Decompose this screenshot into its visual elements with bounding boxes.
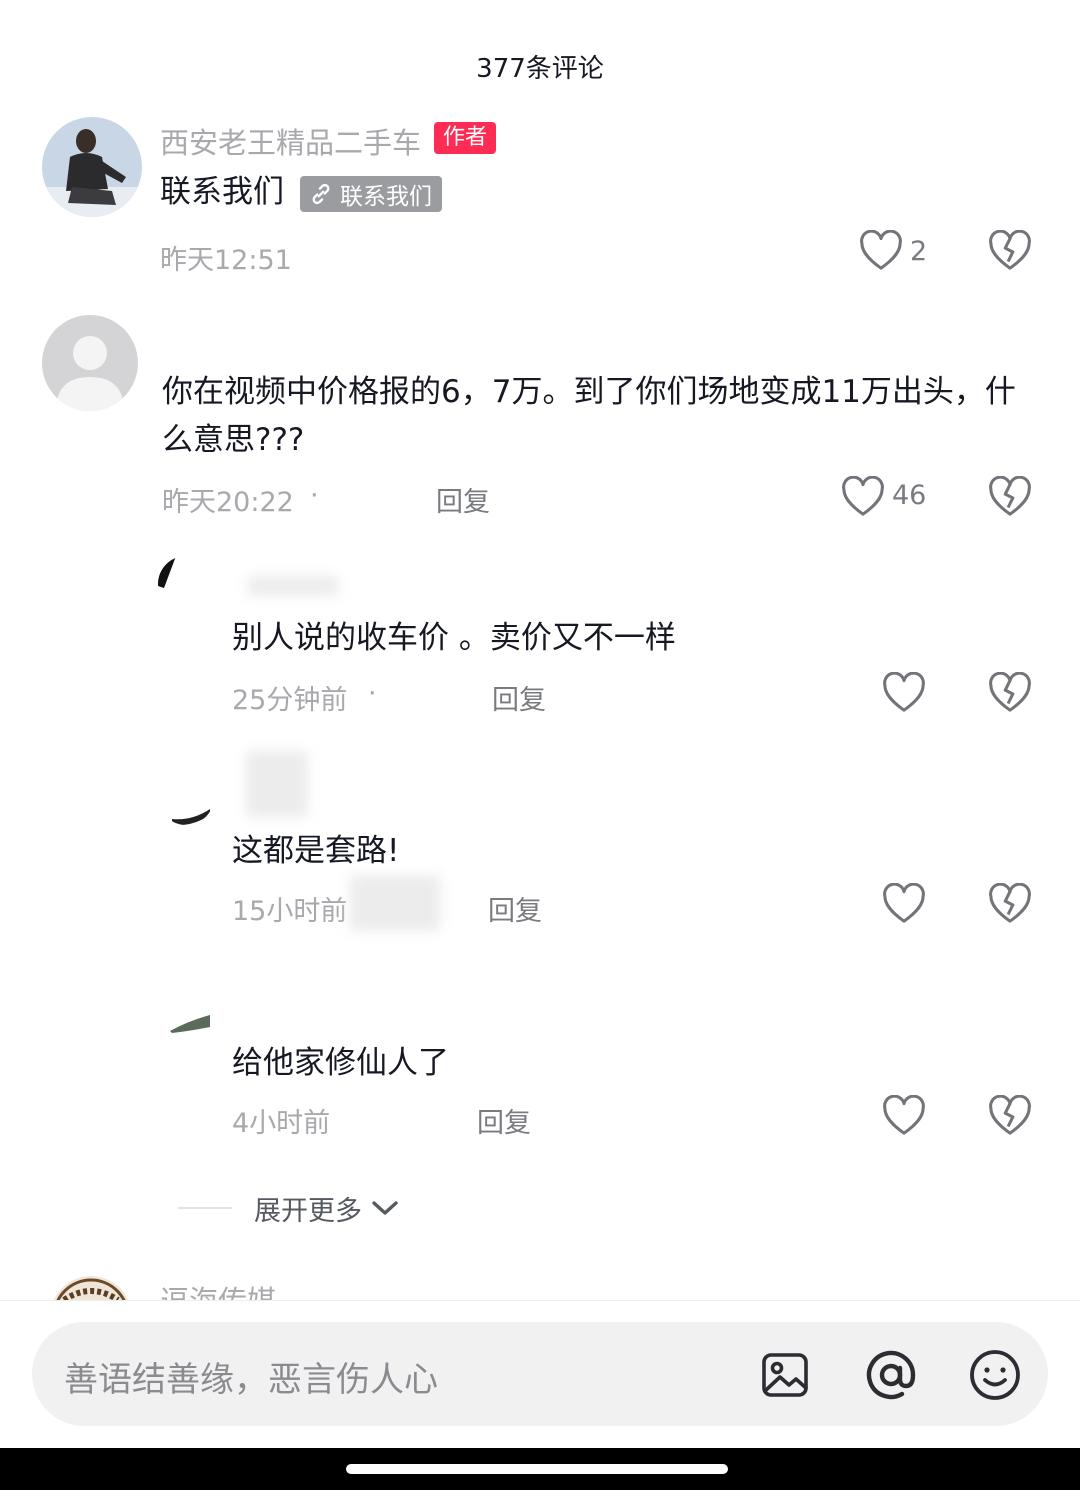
- avatar[interactable]: [42, 315, 138, 411]
- reply-time: 15小时前: [232, 896, 348, 927]
- heart-outline-icon[interactable]: [840, 476, 886, 518]
- reply-avatar[interactable]: [158, 769, 214, 825]
- comments-count-title: 377条评论: [476, 54, 604, 84]
- reply-item: 这都是套路! 15小时前 回复: [0, 745, 1080, 935]
- reply-text: 别人说的收车价 。卖价又不一样: [232, 620, 676, 656]
- reply-avatar[interactable]: [158, 556, 214, 612]
- reply-item: 给他家修仙人了 4小时前 回复: [0, 995, 1080, 1155]
- broken-heart-icon[interactable]: [987, 883, 1033, 925]
- like-count: 46: [892, 480, 927, 511]
- broken-heart-icon[interactable]: [987, 672, 1033, 714]
- author-badge: 作者: [434, 122, 497, 154]
- reply-button[interactable]: 回复: [488, 889, 542, 928]
- like-count: 2: [910, 236, 928, 267]
- reply-item: 别人说的收车价 。卖价又不一样 25分钟前 · 回复: [0, 550, 1080, 720]
- separator-dot: ·: [368, 678, 377, 709]
- comment-item: 西安老王精品二手车 作者 联系我们 联系我们 昨天12:51 2: [0, 110, 1080, 280]
- heart-outline-icon[interactable]: [881, 1095, 927, 1137]
- comment-text-line-1: 你在视频中价格报的6，7万。到了你们场地变成11万出头，什: [162, 374, 1016, 410]
- avatar[interactable]: [42, 117, 142, 217]
- reply-text: 给他家修仙人了: [232, 1045, 449, 1081]
- expand-more-label: 展开更多: [254, 1195, 362, 1227]
- comment-item: 你在视频中价格报的6，7万。到了你们场地变成11万出头，什 么意思??? 昨天2…: [0, 310, 1080, 530]
- comment-nickname[interactable]: 西安老王精品二手车: [160, 120, 421, 162]
- comment-item: 逗海传媒: [0, 1272, 1080, 1300]
- reply-avatar[interactable]: [166, 997, 214, 1045]
- comment-text: 联系我们: [160, 174, 284, 210]
- chevron-down-icon: [370, 1198, 400, 1218]
- heart-outline-icon[interactable]: [858, 230, 904, 272]
- expand-more-button[interactable]: 展开更多: [178, 1186, 400, 1230]
- broken-heart-icon[interactable]: [987, 230, 1033, 272]
- reply-button[interactable]: 回复: [492, 678, 546, 717]
- comment-time: 昨天12:51: [160, 245, 292, 276]
- at-icon[interactable]: [864, 1348, 918, 1402]
- broken-heart-icon[interactable]: [987, 476, 1033, 518]
- link-icon: [308, 181, 334, 207]
- image-icon[interactable]: [760, 1350, 810, 1400]
- emoji-icon[interactable]: [968, 1348, 1022, 1402]
- comment-time: 昨天20:22: [162, 487, 294, 518]
- comment-nickname[interactable]: 逗海传媒: [160, 1278, 276, 1300]
- expand-divider: [178, 1207, 232, 1209]
- reply-button[interactable]: 回复: [436, 480, 490, 519]
- broken-heart-icon[interactable]: [987, 1095, 1033, 1137]
- reply-time: 4小时前: [232, 1108, 331, 1139]
- home-indicator[interactable]: [346, 1464, 728, 1474]
- comment-text-line-2: 么意思???: [162, 422, 305, 458]
- heart-outline-icon[interactable]: [881, 883, 927, 925]
- blurred-nickname: [248, 576, 338, 596]
- contact-link-chip[interactable]: 联系我们: [300, 176, 442, 212]
- comment-input-placeholder: 善语结善缘，恶言伤人心: [64, 1360, 438, 1400]
- blurred-nickname: [246, 751, 308, 817]
- separator-dot: ·: [310, 480, 319, 511]
- avatar[interactable]: [50, 1276, 132, 1300]
- blurred-location: [350, 875, 440, 931]
- reply-time: 25分钟前: [232, 685, 348, 716]
- reply-text: 这都是套路!: [232, 833, 400, 869]
- reply-button[interactable]: 回复: [477, 1101, 531, 1140]
- link-chip-label: 联系我们: [340, 184, 432, 210]
- heart-outline-icon[interactable]: [881, 672, 927, 714]
